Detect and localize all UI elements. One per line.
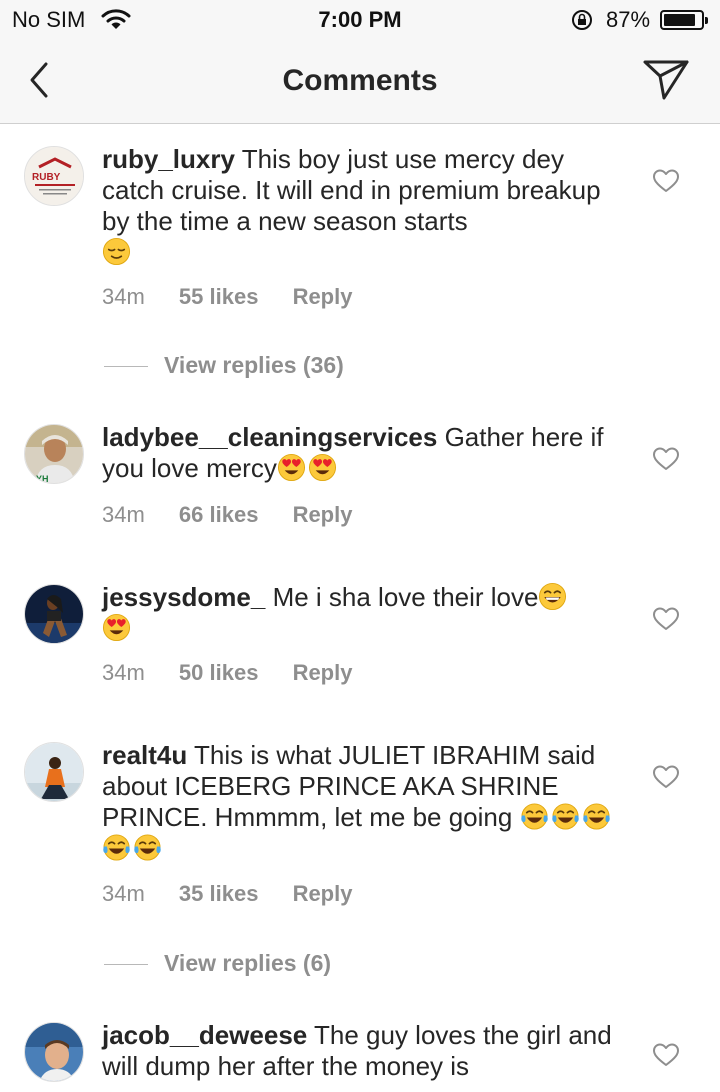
rotation-lock-icon [572, 10, 592, 30]
reply-button[interactable]: Reply [293, 284, 353, 309]
heart-eyes-emoji-icon [277, 453, 305, 482]
tears-of-joy-emoji-icon [134, 834, 161, 861]
heart-icon[interactable] [652, 764, 680, 790]
comment-item: jacob__deweese The guy loves the girl an… [0, 1004, 720, 1092]
comment-username[interactable]: jacob__deweese [102, 1020, 307, 1050]
view-replies-button[interactable]: View replies (36) [104, 352, 344, 379]
battery-icon [660, 10, 708, 30]
avatar[interactable] [24, 742, 84, 802]
avatar[interactable]: 2YH [24, 424, 84, 484]
battery-percent: 87% [606, 7, 651, 32]
avatar[interactable] [24, 1022, 84, 1082]
send-direct-icon[interactable] [640, 56, 692, 104]
battery-fill [664, 14, 696, 26]
heart-icon[interactable] [652, 1042, 680, 1068]
comment-body: Me i sha love their love [272, 582, 539, 612]
page-title: Comments [282, 64, 438, 97]
tears-of-joy-emoji-icon [520, 803, 548, 830]
comment-meta: 34m 50 likes Reply [102, 660, 380, 686]
reply-button[interactable]: Reply [293, 881, 353, 906]
likes-count[interactable]: 50 likes [179, 660, 259, 685]
comment-username[interactable]: realt4u [102, 740, 187, 770]
comment-username[interactable]: ruby_luxry [102, 144, 235, 174]
comment-meta: 34m 66 likes Reply [102, 502, 380, 528]
status-bar: No SIM 7:00 PM 87% [0, 0, 720, 40]
comment-meta: 34m 35 likes Reply [102, 881, 380, 907]
view-replies-button[interactable]: View replies (6) [104, 950, 331, 977]
nav-bar: Comments [0, 40, 720, 124]
svg-text:2YH: 2YH [31, 474, 49, 484]
comment-time: 34m [102, 660, 145, 685]
tears-of-joy-emoji-icon [582, 803, 610, 830]
tears-of-joy-emoji-icon [551, 803, 579, 830]
heart-eyes-emoji-icon [102, 613, 131, 642]
comment-text: jessysdome_ Me i sha love their love [102, 582, 622, 644]
reply-button[interactable]: Reply [293, 502, 353, 527]
avatar[interactable]: RUBY [24, 146, 84, 206]
comment-time: 34m [102, 284, 145, 309]
heart-icon[interactable] [652, 606, 680, 632]
tears-of-joy-emoji-icon [103, 834, 130, 861]
comment-item: RUBY ruby_luxry This boy just use mercy … [0, 124, 720, 404]
relieved-face-emoji-icon [102, 237, 131, 266]
view-replies-label: View replies (36) [164, 352, 344, 378]
comment-text: jacob__deweese The guy loves the girl an… [102, 1020, 622, 1082]
replies-divider [104, 964, 148, 966]
heart-icon[interactable] [652, 168, 680, 194]
comment-item: jessysdome_ Me i sha love their love 34m… [0, 564, 720, 724]
comment-text: ruby_luxry This boy just use mercy dey c… [102, 144, 622, 268]
comment-item: 2YH ladybee__cleaningservices Gather her… [0, 404, 720, 554]
likes-count[interactable]: 66 likes [179, 502, 259, 527]
grinning-face-emoji-icon [539, 582, 567, 611]
likes-count[interactable]: 55 likes [179, 284, 259, 309]
comment-text: realt4u This is what JULIET IBRAHIM said… [102, 740, 622, 864]
comment-text: ladybee__cleaningservices Gather here if… [102, 422, 622, 484]
avatar[interactable] [24, 584, 84, 644]
comment-item: realt4u This is what JULIET IBRAHIM said… [0, 724, 720, 1004]
svg-text:RUBY: RUBY [32, 172, 61, 183]
replies-divider [104, 366, 148, 368]
comment-username[interactable]: ladybee__cleaningservices [102, 422, 437, 452]
comment-meta: 34m 55 likes Reply [102, 284, 380, 310]
comment-username[interactable]: jessysdome_ [102, 582, 265, 612]
heart-eyes-emoji-icon [308, 453, 336, 482]
heart-icon[interactable] [652, 446, 680, 472]
comment-time: 34m [102, 502, 145, 527]
view-replies-label: View replies (6) [164, 950, 332, 976]
reply-button[interactable]: Reply [293, 660, 353, 685]
likes-count[interactable]: 35 likes [179, 881, 259, 906]
comment-time: 34m [102, 881, 145, 906]
